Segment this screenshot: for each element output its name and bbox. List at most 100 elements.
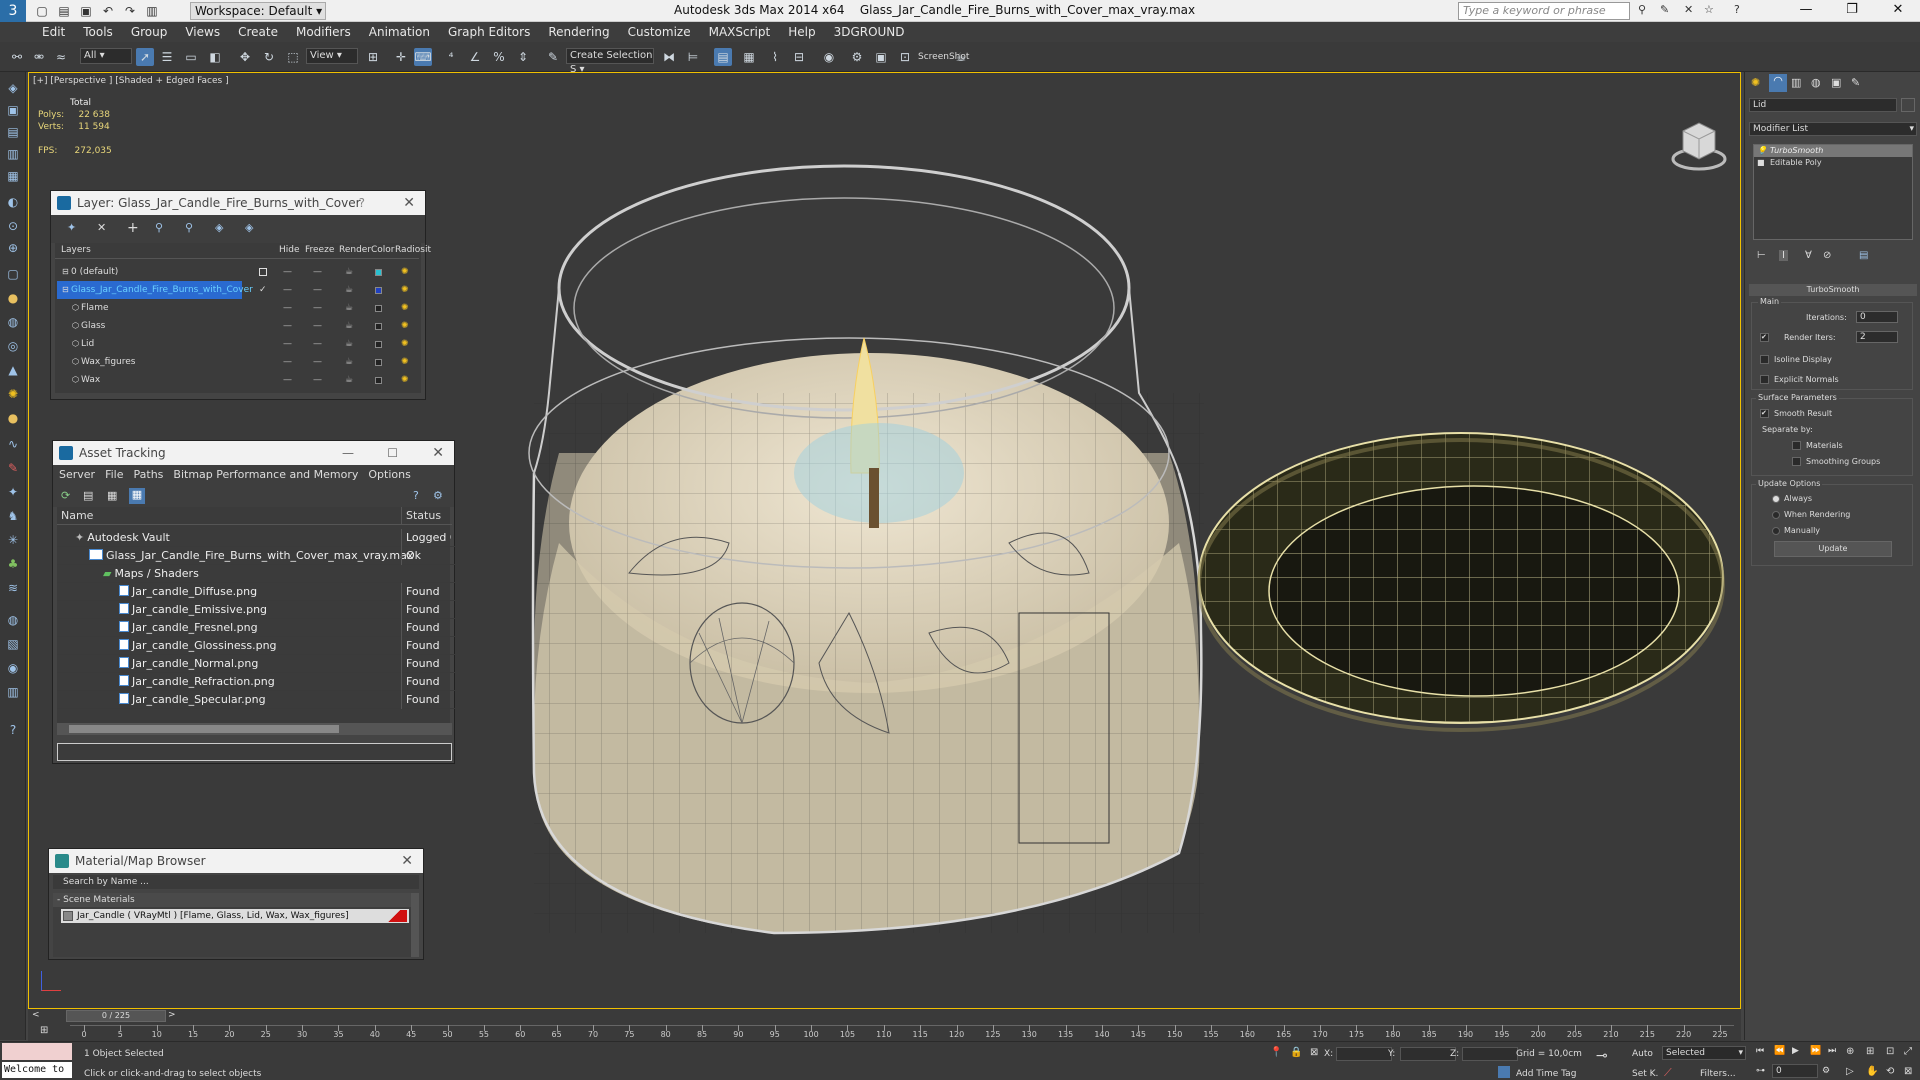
layer-row[interactable]: ⊟ 0 (default) — — ☕ ✺: [57, 263, 421, 281]
layer-color-swatch[interactable]: [375, 341, 382, 348]
maxscript-input[interactable]: Welcome to: [2, 1062, 72, 1078]
light-tool-icon[interactable]: ◐: [5, 194, 21, 210]
display-tool-icon[interactable]: ▦: [5, 168, 21, 184]
mirror-icon[interactable]: ⧓: [660, 48, 678, 66]
open-file-icon[interactable]: ▤: [56, 3, 72, 19]
expand-icon[interactable]: ⊟: [62, 263, 69, 281]
checkbox-isoline[interactable]: [1760, 355, 1769, 364]
trackbar-key-icon[interactable]: ⊞: [40, 1025, 48, 1036]
question-icon[interactable]: ?: [5, 722, 21, 738]
scene-materials-header[interactable]: - Scene Materials: [53, 893, 419, 907]
radio-manually[interactable]: [1772, 527, 1780, 535]
at-menu-paths[interactable]: Paths: [134, 465, 164, 485]
select-manipulate-icon[interactable]: ✛: [392, 48, 410, 66]
curve-editor-icon[interactable]: ⌇: [766, 48, 784, 66]
cylinder-tool-icon[interactable]: ◍: [5, 314, 21, 330]
render-teapot-icon[interactable]: ☕: [345, 335, 353, 353]
help-icon[interactable]: ?: [413, 489, 419, 502]
pan-icon[interactable]: ✋: [1866, 1066, 1878, 1077]
hide-toggle[interactable]: —: [283, 281, 292, 299]
expand-icon[interactable]: ⬡: [72, 335, 79, 353]
material-search-input[interactable]: Search by Name ...: [53, 875, 419, 889]
display-tab-icon[interactable]: ▣: [1831, 76, 1841, 89]
asset-row[interactable]: Jar_candle_Emissive.png Found: [57, 601, 505, 619]
cone-tool-icon[interactable]: ▲: [5, 362, 21, 378]
render-iters-spinner[interactable]: 2: [1856, 331, 1898, 343]
menu-modifiers[interactable]: Modifiers: [296, 25, 351, 39]
angle-snap-icon[interactable]: ∠: [466, 48, 484, 66]
new-file-icon[interactable]: ▢: [34, 3, 50, 19]
stack-item-turbosmooth[interactable]: 💡 TurboSmooth: [1754, 145, 1912, 157]
omni-tool-icon[interactable]: ●: [5, 410, 21, 426]
layer-color-swatch[interactable]: [375, 377, 382, 384]
hide-all-icon[interactable]: ◈: [215, 221, 223, 234]
render-teapot-icon[interactable]: ☕: [345, 299, 353, 317]
hierarchy-tab-icon[interactable]: ▥: [1791, 76, 1801, 89]
layer-color-swatch[interactable]: [375, 305, 382, 312]
maximize-icon[interactable]: ☐: [387, 441, 398, 465]
asset-scrollbar-thumb[interactable]: [69, 725, 339, 733]
hide-toggle[interactable]: —: [283, 371, 292, 389]
create-tool-icon[interactable]: ◈: [5, 80, 21, 96]
at-menu-server[interactable]: Server: [59, 465, 95, 485]
menu-help[interactable]: Help: [788, 25, 815, 39]
maximize-viewport-icon[interactable]: ⤢: [1904, 1046, 1912, 1057]
key-mode-icon[interactable]: ⊶: [1756, 1066, 1765, 1076]
sun-tool-icon[interactable]: ✺: [5, 386, 21, 402]
material-browser-titlebar[interactable]: Material/Map Browser ✕: [49, 849, 423, 873]
motion-tab-icon[interactable]: ◍: [1811, 76, 1821, 89]
maximize-button[interactable]: ❐: [1832, 2, 1872, 20]
hide-toggle[interactable]: —: [283, 353, 292, 371]
menu-tools[interactable]: Tools: [83, 25, 113, 39]
x-coord-field[interactable]: [1336, 1047, 1392, 1061]
set-key-button[interactable]: Set K.: [1632, 1069, 1658, 1079]
modifier-list-dropdown[interactable]: Modifier List ▾: [1749, 122, 1917, 136]
checkbox-smoothing-groups[interactable]: [1792, 457, 1801, 466]
search-input[interactable]: Type a keyword or phrase: [1458, 2, 1630, 20]
active-layer-icon[interactable]: [259, 268, 267, 276]
layer-row[interactable]: ⬡ Wax_figures — — ☕ ✺: [57, 353, 421, 371]
brush-tool-icon[interactable]: ✎: [5, 460, 21, 476]
current-check-icon[interactable]: ✓: [259, 281, 267, 299]
asset-scrollbar[interactable]: [57, 723, 452, 735]
scale-icon[interactable]: ⬚: [284, 48, 302, 66]
move-icon[interactable]: ✥: [236, 48, 254, 66]
select-by-name-icon[interactable]: ☰: [158, 48, 176, 66]
teapot-render-icon[interactable]: ☕: [952, 48, 970, 66]
object-name-field[interactable]: Lid: [1749, 98, 1897, 112]
radiosity-icon[interactable]: ✺: [401, 263, 409, 281]
freeze-toggle[interactable]: —: [313, 335, 322, 353]
camera-tool-icon[interactable]: ⊙: [5, 218, 21, 234]
exchange-icon[interactable]: ✕: [1684, 3, 1693, 16]
help-icon[interactable]: ?: [359, 191, 365, 215]
asset-row[interactable]: Jar_candle_Diffuse.png Found: [57, 583, 505, 601]
box-tool-icon[interactable]: ▢: [5, 266, 21, 282]
checkbox-materials[interactable]: [1792, 441, 1801, 450]
favorites-icon[interactable]: ☆: [1704, 3, 1714, 16]
rotate-icon[interactable]: ↻: [260, 48, 278, 66]
freeze-toggle[interactable]: —: [313, 263, 322, 281]
radiosity-icon[interactable]: ✺: [401, 281, 409, 299]
trackbar[interactable]: [70, 1025, 1734, 1039]
hide-toggle[interactable]: —: [283, 299, 292, 317]
rollout-title[interactable]: TurboSmooth: [1749, 284, 1917, 296]
zoom-extents-icon[interactable]: ⊡: [1886, 1046, 1894, 1057]
modify-tool-icon[interactable]: ▣: [5, 102, 21, 118]
freeze-toggle[interactable]: —: [313, 281, 322, 299]
refresh-icon[interactable]: ⟳: [61, 489, 70, 502]
asset-row[interactable]: ▰ Maps / Shaders: [57, 565, 505, 583]
helper-tool-icon[interactable]: ⊕: [5, 240, 21, 256]
layer-row[interactable]: ⬡ Glass — — ☕ ✺: [57, 317, 421, 335]
plant-tool-icon[interactable]: ♣: [5, 556, 21, 572]
schematic-view-icon[interactable]: ⊟: [790, 48, 808, 66]
close-icon[interactable]: ✕: [401, 849, 413, 873]
asset-row[interactable]: Jar_candle_Specular.png Found: [57, 691, 505, 709]
undo-icon[interactable]: ↶: [100, 3, 116, 19]
time-config-icon[interactable]: ⚙: [1822, 1066, 1830, 1076]
freeze-toggle[interactable]: —: [313, 299, 322, 317]
layer-color-swatch[interactable]: [375, 287, 382, 294]
close-button[interactable]: ✕: [1878, 2, 1918, 20]
col-hide[interactable]: Hide: [279, 245, 300, 255]
app-logo[interactable]: 3: [0, 0, 26, 22]
infocenter-icon[interactable]: ⚲: [1638, 3, 1646, 16]
